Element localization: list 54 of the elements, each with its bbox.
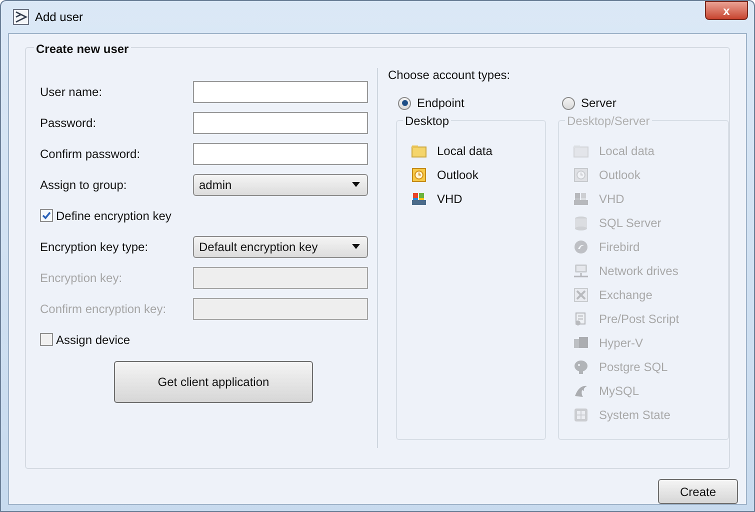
section-heading: Choose account types: bbox=[388, 67, 512, 82]
radio-button[interactable] bbox=[398, 96, 411, 110]
account-type-label: MySQL bbox=[599, 383, 640, 400]
input-field[interactable] bbox=[193, 80, 368, 102]
get-client-button[interactable]: Get client application bbox=[114, 361, 313, 403]
account-type-label: Postgre SQL bbox=[599, 359, 668, 376]
field-label: Encryption key type: bbox=[40, 238, 150, 256]
field-label: User name: bbox=[40, 84, 104, 100]
account-type-label: Local data bbox=[437, 143, 492, 160]
monitor-icon bbox=[573, 263, 589, 279]
field-label: Encryption key: bbox=[40, 270, 124, 286]
caret-icon bbox=[352, 244, 360, 249]
dropdown[interactable]: admin bbox=[193, 174, 368, 196]
create-button[interactable]: Create bbox=[658, 479, 738, 504]
account-type-label: Local data bbox=[599, 143, 654, 160]
account-type-label: Outlook bbox=[599, 167, 640, 184]
account-type-label: Network drives bbox=[599, 263, 678, 280]
field-label: Confirm password: bbox=[40, 146, 142, 162]
account-type-label: VHD bbox=[437, 191, 462, 208]
radio-label: Endpoint bbox=[417, 95, 464, 112]
field-label: Password: bbox=[40, 114, 98, 132]
checkbox[interactable] bbox=[40, 209, 53, 222]
clock-icon bbox=[573, 167, 589, 183]
input-field[interactable] bbox=[193, 112, 368, 134]
drive-icon bbox=[411, 191, 427, 207]
app-icon bbox=[13, 9, 29, 25]
input-field[interactable] bbox=[193, 142, 368, 164]
account-type-label: VHD bbox=[599, 191, 624, 208]
radio-button[interactable] bbox=[562, 96, 575, 110]
clock-icon bbox=[411, 167, 427, 183]
dropdown[interactable]: Default encryption key bbox=[193, 236, 368, 258]
field-label: Confirm encryption key: bbox=[40, 300, 168, 318]
folder-icon bbox=[573, 143, 589, 159]
account-type-label: SQL Server bbox=[599, 215, 662, 232]
field-label: Assign to group: bbox=[40, 176, 128, 194]
windows-stack-icon bbox=[573, 335, 589, 351]
checkbox[interactable] bbox=[40, 333, 53, 346]
account-type-label: Exchange bbox=[599, 287, 652, 304]
account-type-label: Hyper-V bbox=[599, 335, 644, 352]
checkbox-label: Assign device bbox=[56, 332, 130, 348]
tile-grid-icon bbox=[573, 407, 589, 423]
swirl-icon bbox=[573, 239, 589, 255]
account-type-label: Firebird bbox=[599, 239, 640, 256]
folder-icon bbox=[411, 143, 427, 159]
checkbox-label: Define encryption key bbox=[56, 208, 172, 224]
account-type-label: Outlook bbox=[437, 167, 478, 184]
window-title: Add user bbox=[35, 9, 84, 26]
database-icon bbox=[573, 215, 589, 231]
account-type-label: System State bbox=[599, 407, 670, 424]
cross-tile-icon bbox=[573, 287, 589, 303]
drive-icon bbox=[573, 191, 589, 207]
caret-icon bbox=[352, 182, 360, 187]
account-type-label: Pre/Post Script bbox=[599, 311, 680, 328]
radio-label: Server bbox=[581, 95, 616, 112]
